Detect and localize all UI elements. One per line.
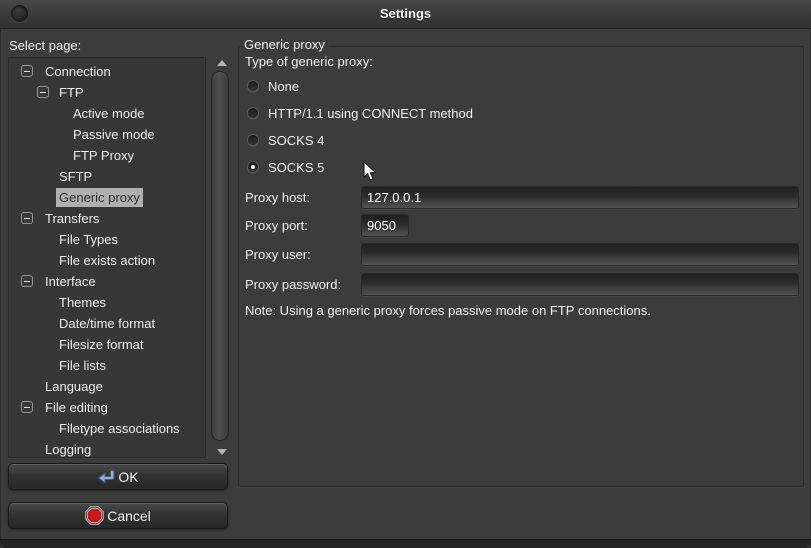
proxy-type-label: Type of generic proxy: [245,54,373,69]
tree-item-sftp[interactable]: SFTP [9,166,205,187]
radio-icon[interactable] [247,107,259,119]
tree-item-label: Filesize format [56,335,147,354]
proxy-note: Note: Using a generic proxy forces passi… [245,303,651,318]
tree-item-label: Filetype associations [56,419,183,438]
tree-item-date-time-format[interactable]: Date/time format [9,313,205,334]
tree-item-label: Transfers [42,209,102,228]
tree-item-file-lists[interactable]: File lists [9,355,205,376]
window-title: Settings [0,6,811,21]
tree-item-label: Language [42,377,106,396]
radio-icon[interactable] [247,80,259,92]
tree-item-label: Connection [42,62,114,81]
tree-item-ftp-proxy[interactable]: FTP Proxy [9,145,205,166]
proxy-password-input[interactable] [361,273,799,296]
radio-option-socks-4[interactable]: SOCKS 4 [247,132,324,148]
tree-item-logging[interactable]: Logging [9,439,205,458]
settings-dialog: Settings Select page: Connection FTP Activ… [0,0,811,548]
radio-option-none[interactable]: None [247,78,299,94]
window-bottom-edge [0,539,811,548]
tree-item-themes[interactable]: Themes [9,292,205,313]
tree-item-interface[interactable]: Interface [9,271,205,292]
tree-item-ftp[interactable]: FTP [9,82,205,103]
tree-item-label: Interface [42,272,99,291]
ok-button[interactable]: OK [8,463,228,490]
proxy-port-label: Proxy port: [245,214,308,237]
proxy-port-input[interactable] [361,214,409,237]
tree-item-file-types[interactable]: File Types [9,229,205,250]
scrollbar-thumb[interactable] [211,71,229,441]
tree-item-label: Generic proxy [56,188,143,207]
proxy-host-input[interactable] [361,186,799,209]
radio-label: SOCKS 5 [268,160,324,175]
tree-item-passive-mode[interactable]: Passive mode [9,124,205,145]
tree-item-label: FTP Proxy [70,146,137,165]
tree-item-label: Logging [42,440,94,458]
enter-arrow-icon [97,469,115,484]
radio-option-http-1-1-using-connect-method[interactable]: HTTP/1.1 using CONNECT method [247,105,473,121]
cancel-button-label: Cancel [107,508,151,524]
radio-label: SOCKS 4 [268,133,324,148]
radio-option-socks-5[interactable]: SOCKS 5 [247,159,324,175]
select-page-label: Select page: [9,38,81,53]
tree-item-label: File editing [42,398,111,417]
tree-item-active-mode[interactable]: Active mode [9,103,205,124]
radio-selected-icon[interactable] [247,161,259,173]
tree-item-label: File Types [56,230,121,249]
collapse-minus-icon[interactable] [21,275,33,287]
radio-label: None [268,79,299,94]
tree-item-file-editing[interactable]: File editing [9,397,205,418]
tree-item-label: Date/time format [56,314,158,333]
tree-rows: Connection FTP Active mode Passive mode FTP … [9,58,205,458]
tree-item-label: File lists [56,356,109,375]
titlebar: Settings [0,0,811,29]
cancel-button[interactable]: Cancel [8,502,228,529]
radio-icon[interactable] [247,134,259,146]
collapse-minus-icon[interactable] [21,401,33,413]
radio-label: HTTP/1.1 using CONNECT method [268,106,473,121]
tree-item-label: SFTP [56,167,95,186]
collapse-minus-icon[interactable] [21,65,33,77]
tree-item-transfers[interactable]: Transfers [9,208,205,229]
collapse-minus-icon[interactable] [21,212,33,224]
generic-proxy-group: Type of generic proxy: None HTTP/1.1 usin… [238,46,804,487]
tree-item-connection[interactable]: Connection [9,61,205,82]
tree-item-filesize-format[interactable]: Filesize format [9,334,205,355]
tree-item-language[interactable]: Language [9,376,205,397]
settings-tree: Connection FTP Active mode Passive mode FTP … [8,57,206,458]
proxy-host-label: Proxy host: [245,186,310,209]
tree-item-generic-proxy[interactable]: Generic proxy [9,187,205,208]
group-legend: Generic proxy [243,37,329,52]
proxy-password-label: Proxy password: [245,273,341,296]
tree-item-label: Passive mode [70,125,158,144]
tree-item-label: Themes [56,293,109,312]
tree-item-filetype-associations[interactable]: Filetype associations [9,418,205,439]
tree-item-label: FTP [56,83,87,102]
tree-scrollbar[interactable] [209,57,233,458]
scroll-up-icon[interactable] [217,60,227,66]
scroll-down-icon[interactable] [217,449,227,455]
stop-sign-icon [85,506,104,525]
collapse-minus-icon[interactable] [37,86,49,98]
proxy-user-input[interactable] [361,243,799,266]
tree-item-file-exists-action[interactable]: File exists action [9,250,205,271]
tree-item-label: Active mode [70,104,148,123]
ok-button-label: OK [118,469,138,485]
tree-item-label: File exists action [56,251,158,270]
proxy-user-label: Proxy user: [245,243,311,266]
